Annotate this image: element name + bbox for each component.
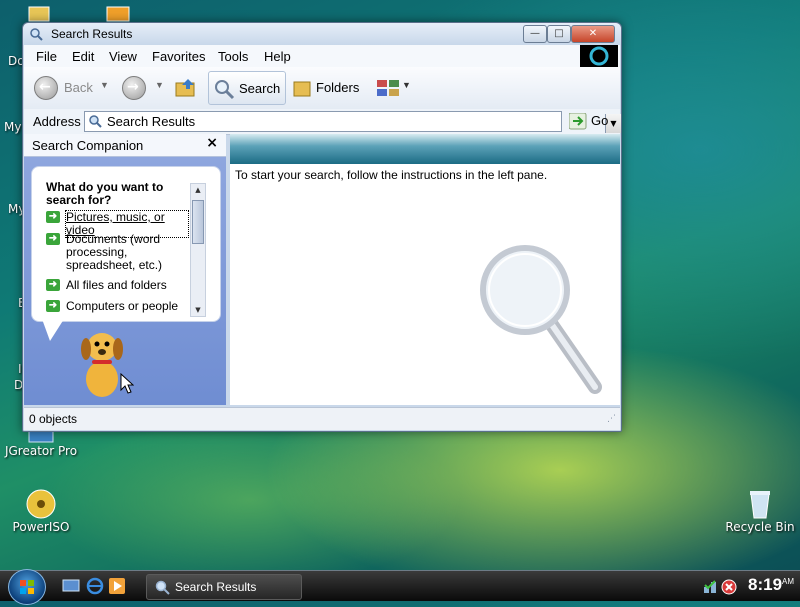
search-instruction: To start your search, follow the instruc… bbox=[235, 168, 548, 182]
forward-button[interactable]: → bbox=[122, 76, 146, 100]
green-arrow-icon: ➜ bbox=[46, 233, 60, 245]
scroll-down-icon[interactable]: ▼ bbox=[191, 304, 205, 316]
desktop-icon-poweriso[interactable]: PowerISO bbox=[6, 488, 76, 534]
green-arrow-icon: ➜ bbox=[46, 300, 60, 312]
desktop-icon-recycle-bin[interactable]: Recycle Bin bbox=[724, 488, 796, 534]
green-arrow-icon: ➜ bbox=[46, 279, 60, 291]
desktop-icon-label: PowerISO bbox=[12, 520, 70, 534]
clock-time: 8:19 bbox=[748, 575, 783, 594]
title-bar[interactable]: Search Results — □ ✕ bbox=[23, 23, 621, 45]
address-input[interactable]: Search Results ▼ bbox=[84, 111, 621, 133]
show-desktop-icon[interactable] bbox=[62, 578, 80, 594]
option-computers-people[interactable]: ➜ Computers or people bbox=[46, 300, 188, 313]
desktop-label-fragment: My bbox=[4, 120, 22, 134]
option-label: All files and folders bbox=[66, 278, 167, 292]
go-button[interactable]: Go bbox=[567, 111, 613, 132]
scroll-thumb[interactable] bbox=[192, 200, 204, 244]
menu-help[interactable]: Help bbox=[264, 49, 291, 64]
desktop-folder-icon[interactable] bbox=[28, 4, 50, 22]
security-alert-icon[interactable] bbox=[721, 579, 737, 595]
search-question: What do you want to search for? bbox=[46, 180, 164, 207]
address-value: Search Results bbox=[107, 114, 196, 129]
desktop-label-fragment: I bbox=[18, 362, 22, 376]
clock-ampm: AM bbox=[782, 577, 795, 586]
search-results-icon bbox=[89, 115, 102, 128]
taskbar: Search Results 8:19AM bbox=[0, 569, 800, 605]
search-icon bbox=[215, 80, 235, 100]
options-scrollbar[interactable]: ▲ ▼ bbox=[190, 183, 206, 317]
back-dropdown-icon[interactable]: ▼ bbox=[100, 80, 109, 90]
search-companion-header: Search Companion × bbox=[24, 134, 226, 157]
views-icon[interactable] bbox=[376, 78, 402, 98]
menu-bar: File Edit View Favorites Tools Help bbox=[24, 45, 620, 68]
mouse-cursor-icon bbox=[120, 373, 134, 394]
search-companion-title: Search Companion bbox=[32, 138, 144, 153]
status-text: 0 objects bbox=[29, 412, 78, 426]
desktop-icon-label: Recycle Bin bbox=[725, 520, 795, 534]
option-label: Documents (word processing, spreadsheet,… bbox=[66, 232, 163, 272]
close-pane-icon[interactable]: × bbox=[206, 135, 218, 151]
minimize-button[interactable]: — bbox=[523, 25, 547, 43]
resize-grip-icon[interactable]: ⋰ bbox=[607, 414, 616, 424]
back-button[interactable]: ← bbox=[34, 76, 58, 100]
folders-icon[interactable] bbox=[292, 78, 314, 98]
poweriso-icon bbox=[26, 489, 56, 519]
search-companion-pane: Search Companion × What do you want to s… bbox=[24, 134, 226, 405]
search-options-bubble: What do you want to search for? ➜ Pictur… bbox=[31, 166, 221, 322]
search-button[interactable]: Search bbox=[208, 71, 286, 105]
views-dropdown-icon[interactable]: ▼ bbox=[402, 80, 411, 90]
windows-logo-icon bbox=[20, 580, 34, 594]
option-label: Computers or people bbox=[66, 299, 179, 313]
menu-favorites[interactable]: Favorites bbox=[152, 49, 205, 64]
system-clock[interactable]: 8:19AM bbox=[748, 575, 794, 595]
standard-toolbar: ← Back ▼ → ▼ Search Folders ▼ bbox=[24, 67, 620, 110]
bubble-tail bbox=[42, 319, 64, 341]
results-banner bbox=[230, 134, 620, 164]
search-label: Search bbox=[239, 81, 281, 96]
throbber-icon bbox=[589, 46, 609, 66]
forward-dropdown-icon[interactable]: ▼ bbox=[155, 80, 164, 90]
menu-tools[interactable]: Tools bbox=[218, 49, 248, 64]
folders-button[interactable]: Folders bbox=[316, 80, 359, 95]
magnifying-glass-icon bbox=[480, 245, 602, 394]
internet-explorer-icon[interactable] bbox=[86, 577, 104, 595]
up-folder-icon[interactable] bbox=[174, 77, 198, 99]
search-companion-body: What do you want to search for? ➜ Pictur… bbox=[24, 157, 226, 405]
search-window-icon bbox=[155, 580, 170, 595]
desktop-media-icon[interactable] bbox=[106, 6, 130, 22]
menu-edit[interactable]: Edit bbox=[72, 49, 94, 64]
media-player-icon[interactable] bbox=[108, 577, 126, 595]
address-label: Address bbox=[33, 114, 81, 129]
desktop-icon-label: JGreator Pro bbox=[4, 444, 78, 458]
green-arrow-icon: ➜ bbox=[46, 211, 60, 223]
search-window-icon bbox=[30, 28, 43, 41]
recycle-bin-icon bbox=[750, 491, 770, 519]
go-label: Go bbox=[591, 113, 609, 128]
option-documents[interactable]: ➜ Documents (word processing, spreadshee… bbox=[46, 233, 188, 272]
menu-file[interactable]: File bbox=[36, 49, 57, 64]
results-pane: To start your search, follow the instruc… bbox=[230, 134, 620, 405]
windows-logo-throbber bbox=[580, 45, 618, 67]
taskbar-button-search-results[interactable]: Search Results bbox=[146, 574, 302, 600]
option-all-files-folders[interactable]: ➜ All files and folders bbox=[46, 279, 188, 292]
search-results-window: Search Results — □ ✕ File Edit View Favo… bbox=[22, 22, 622, 432]
window-title: Search Results bbox=[51, 27, 133, 41]
menu-view[interactable]: View bbox=[109, 49, 137, 64]
go-arrow-icon bbox=[569, 113, 587, 130]
scroll-up-icon[interactable]: ▲ bbox=[191, 184, 205, 196]
close-button[interactable]: ✕ bbox=[571, 25, 615, 43]
task-label: Search Results bbox=[175, 580, 257, 594]
back-arrow-icon: ← bbox=[39, 79, 51, 95]
status-bar: 0 objects ⋰ bbox=[24, 407, 620, 430]
network-status-icon[interactable] bbox=[702, 579, 718, 595]
back-label[interactable]: Back bbox=[64, 80, 93, 95]
address-bar: Address Search Results ▼ Go bbox=[24, 109, 621, 135]
forward-arrow-icon: → bbox=[127, 79, 139, 95]
maximize-button[interactable]: □ bbox=[547, 25, 571, 43]
